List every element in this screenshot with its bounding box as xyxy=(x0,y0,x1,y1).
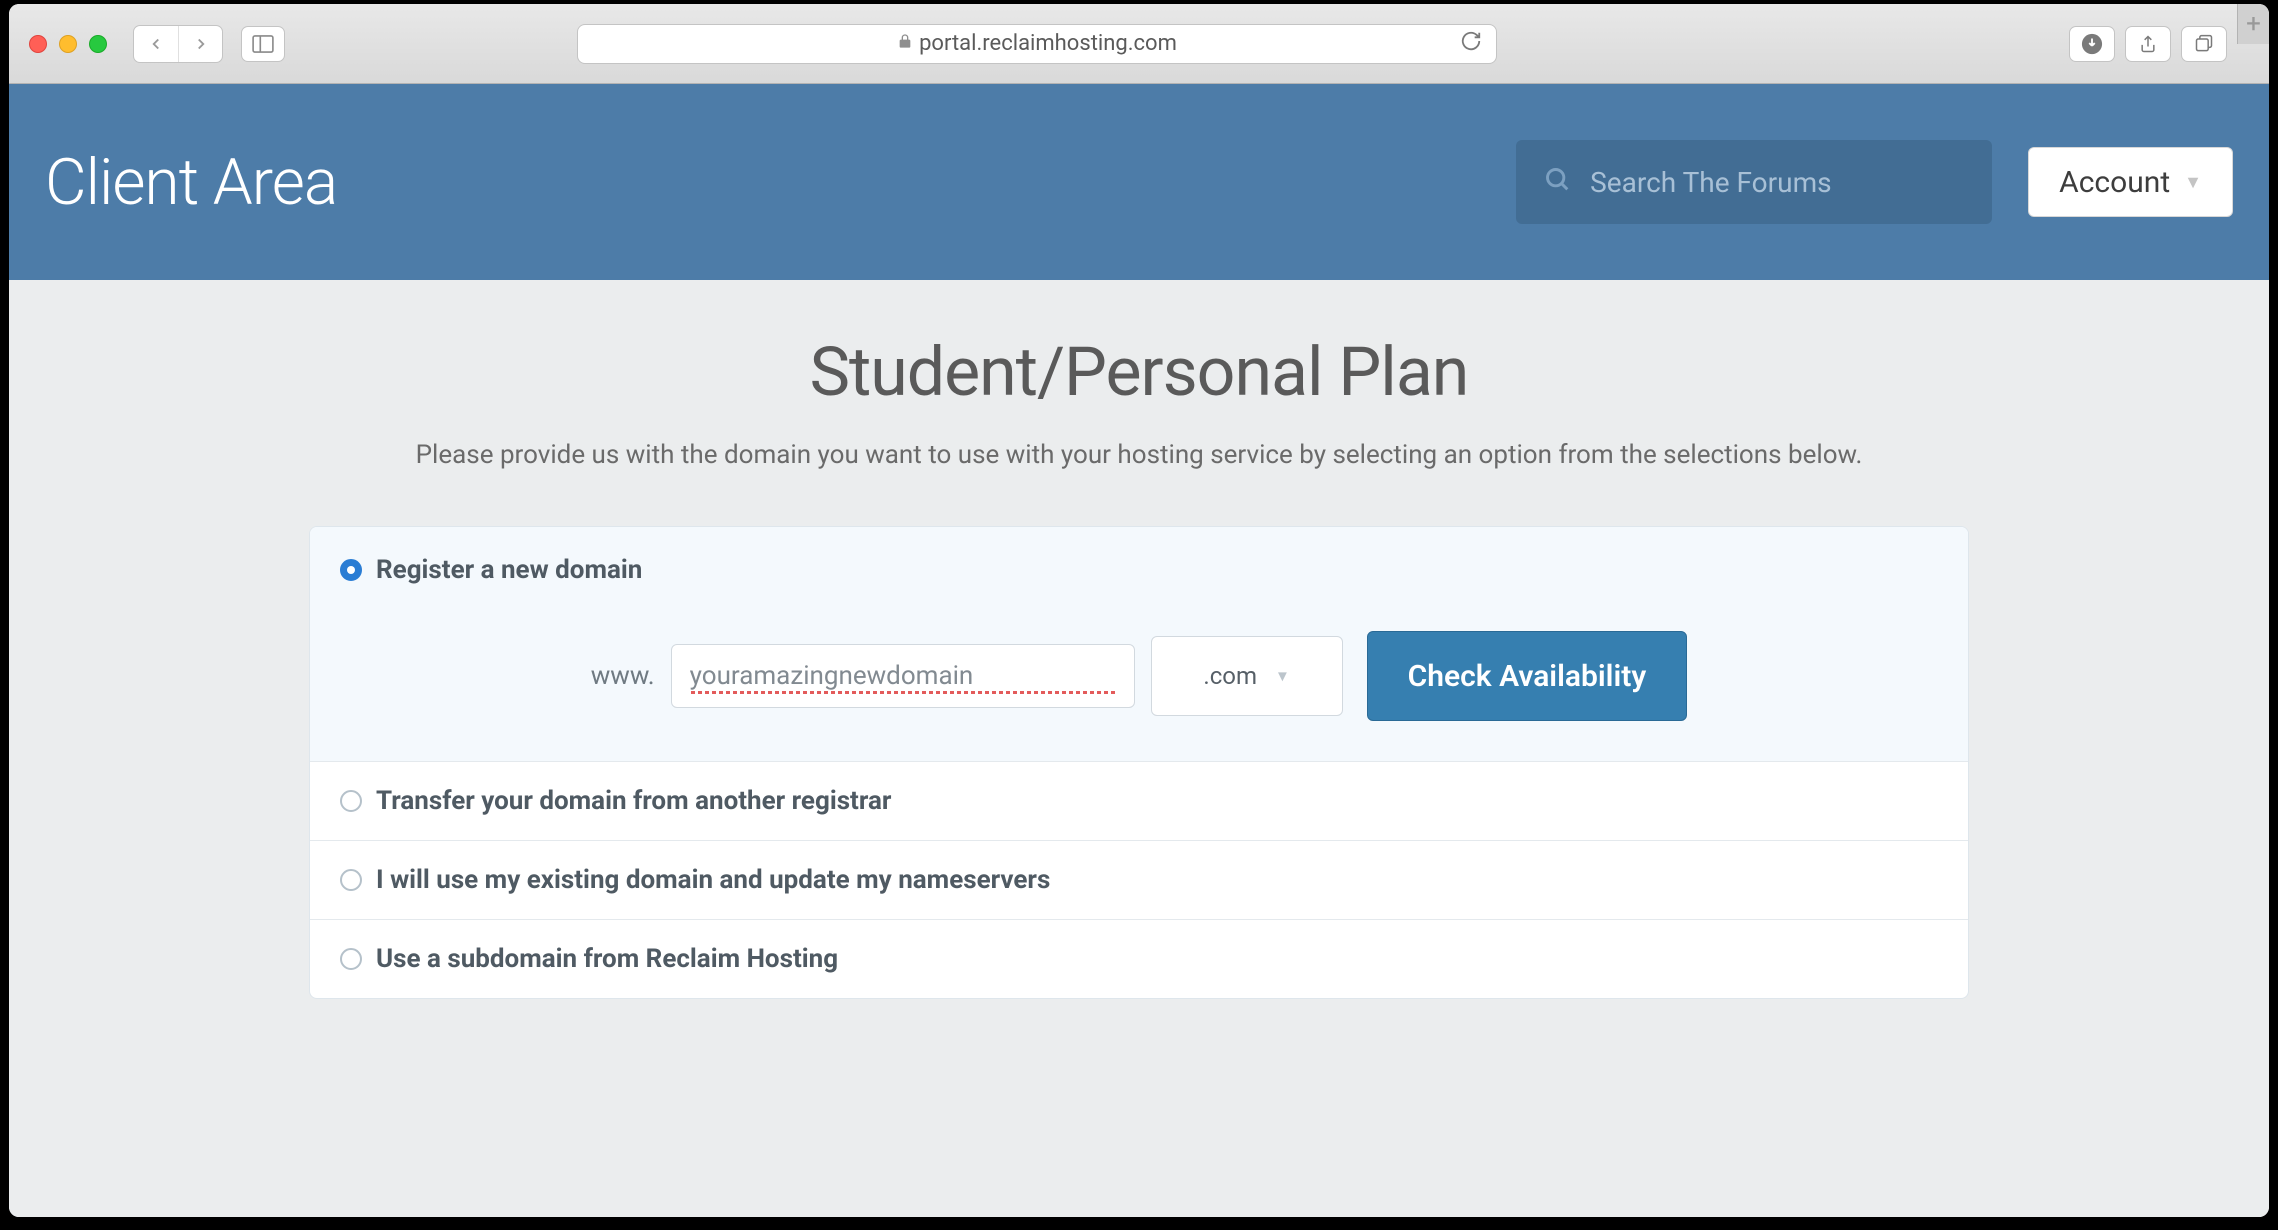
option-label: Transfer your domain from another regist… xyxy=(376,786,891,816)
option-label: Register a new domain xyxy=(376,555,642,585)
site-header: Client Area Account ▼ xyxy=(9,84,2269,280)
chevron-down-icon: ▼ xyxy=(2184,172,2202,193)
radio-icon[interactable] xyxy=(340,790,362,812)
domain-input[interactable] xyxy=(671,644,1135,708)
minimize-window-button[interactable] xyxy=(59,35,77,53)
url-text: portal.reclaimhosting.com xyxy=(919,31,1177,56)
lock-icon xyxy=(897,32,913,55)
option-existing-domain[interactable]: I will use my existing domain and update… xyxy=(310,841,1968,920)
forum-search[interactable] xyxy=(1516,140,1992,224)
chevron-down-icon: ▼ xyxy=(1275,667,1290,685)
radio-icon[interactable] xyxy=(340,948,362,970)
search-icon xyxy=(1544,166,1572,198)
window-controls xyxy=(21,35,107,53)
radio-icon[interactable] xyxy=(340,869,362,891)
option-register-new-domain[interactable]: Register a new domain www. .com ▼ xyxy=(310,527,1968,762)
option-subdomain[interactable]: Use a subdomain from Reclaim Hosting xyxy=(310,920,1968,998)
share-button[interactable] xyxy=(2125,26,2171,62)
forward-button[interactable] xyxy=(178,26,222,62)
account-label: Account xyxy=(2059,165,2170,200)
option-label: Use a subdomain from Reclaim Hosting xyxy=(376,944,838,974)
spellcheck-underline xyxy=(691,691,1115,694)
main-content: Student/Personal Plan Please provide us … xyxy=(289,280,1989,1051)
option-label: I will use my existing domain and update… xyxy=(376,865,1050,895)
address-bar[interactable]: portal.reclaimhosting.com xyxy=(577,24,1497,64)
search-input[interactable] xyxy=(1590,166,1964,199)
downloads-button[interactable] xyxy=(2069,26,2115,62)
close-window-button[interactable] xyxy=(29,35,47,53)
reload-button[interactable] xyxy=(1460,30,1482,57)
check-availability-button[interactable]: Check Availability xyxy=(1367,631,1688,721)
tabs-button[interactable] xyxy=(2181,26,2227,62)
maximize-window-button[interactable] xyxy=(89,35,107,53)
tld-select[interactable]: .com ▼ xyxy=(1151,636,1343,716)
new-tab-button[interactable]: + xyxy=(2237,4,2269,44)
toolbar-right: + xyxy=(2069,26,2257,62)
tld-value: .com xyxy=(1203,662,1257,690)
brand-title: Client Area xyxy=(45,145,337,220)
domain-form: www. .com ▼ Check Availability xyxy=(340,631,1938,721)
back-button[interactable] xyxy=(134,26,178,62)
nav-button-group xyxy=(133,25,223,63)
browser-window: portal.reclaimhosting.com + Client Area xyxy=(9,4,2269,1217)
www-prefix: www. xyxy=(591,661,655,691)
option-transfer-domain[interactable]: Transfer your domain from another regist… xyxy=(310,762,1968,841)
radio-checked-icon[interactable] xyxy=(340,559,362,581)
account-button[interactable]: Account ▼ xyxy=(2028,147,2233,217)
sidebar-toggle-button[interactable] xyxy=(241,26,285,62)
browser-toolbar: portal.reclaimhosting.com + xyxy=(9,4,2269,84)
page-title: Student/Personal Plan xyxy=(309,332,1969,412)
domain-options-panel: Register a new domain www. .com ▼ xyxy=(309,526,1969,999)
page-body: Client Area Account ▼ Student/Personal P… xyxy=(9,84,2269,1217)
page-subtitle: Please provide us with the domain you wa… xyxy=(309,440,1969,470)
